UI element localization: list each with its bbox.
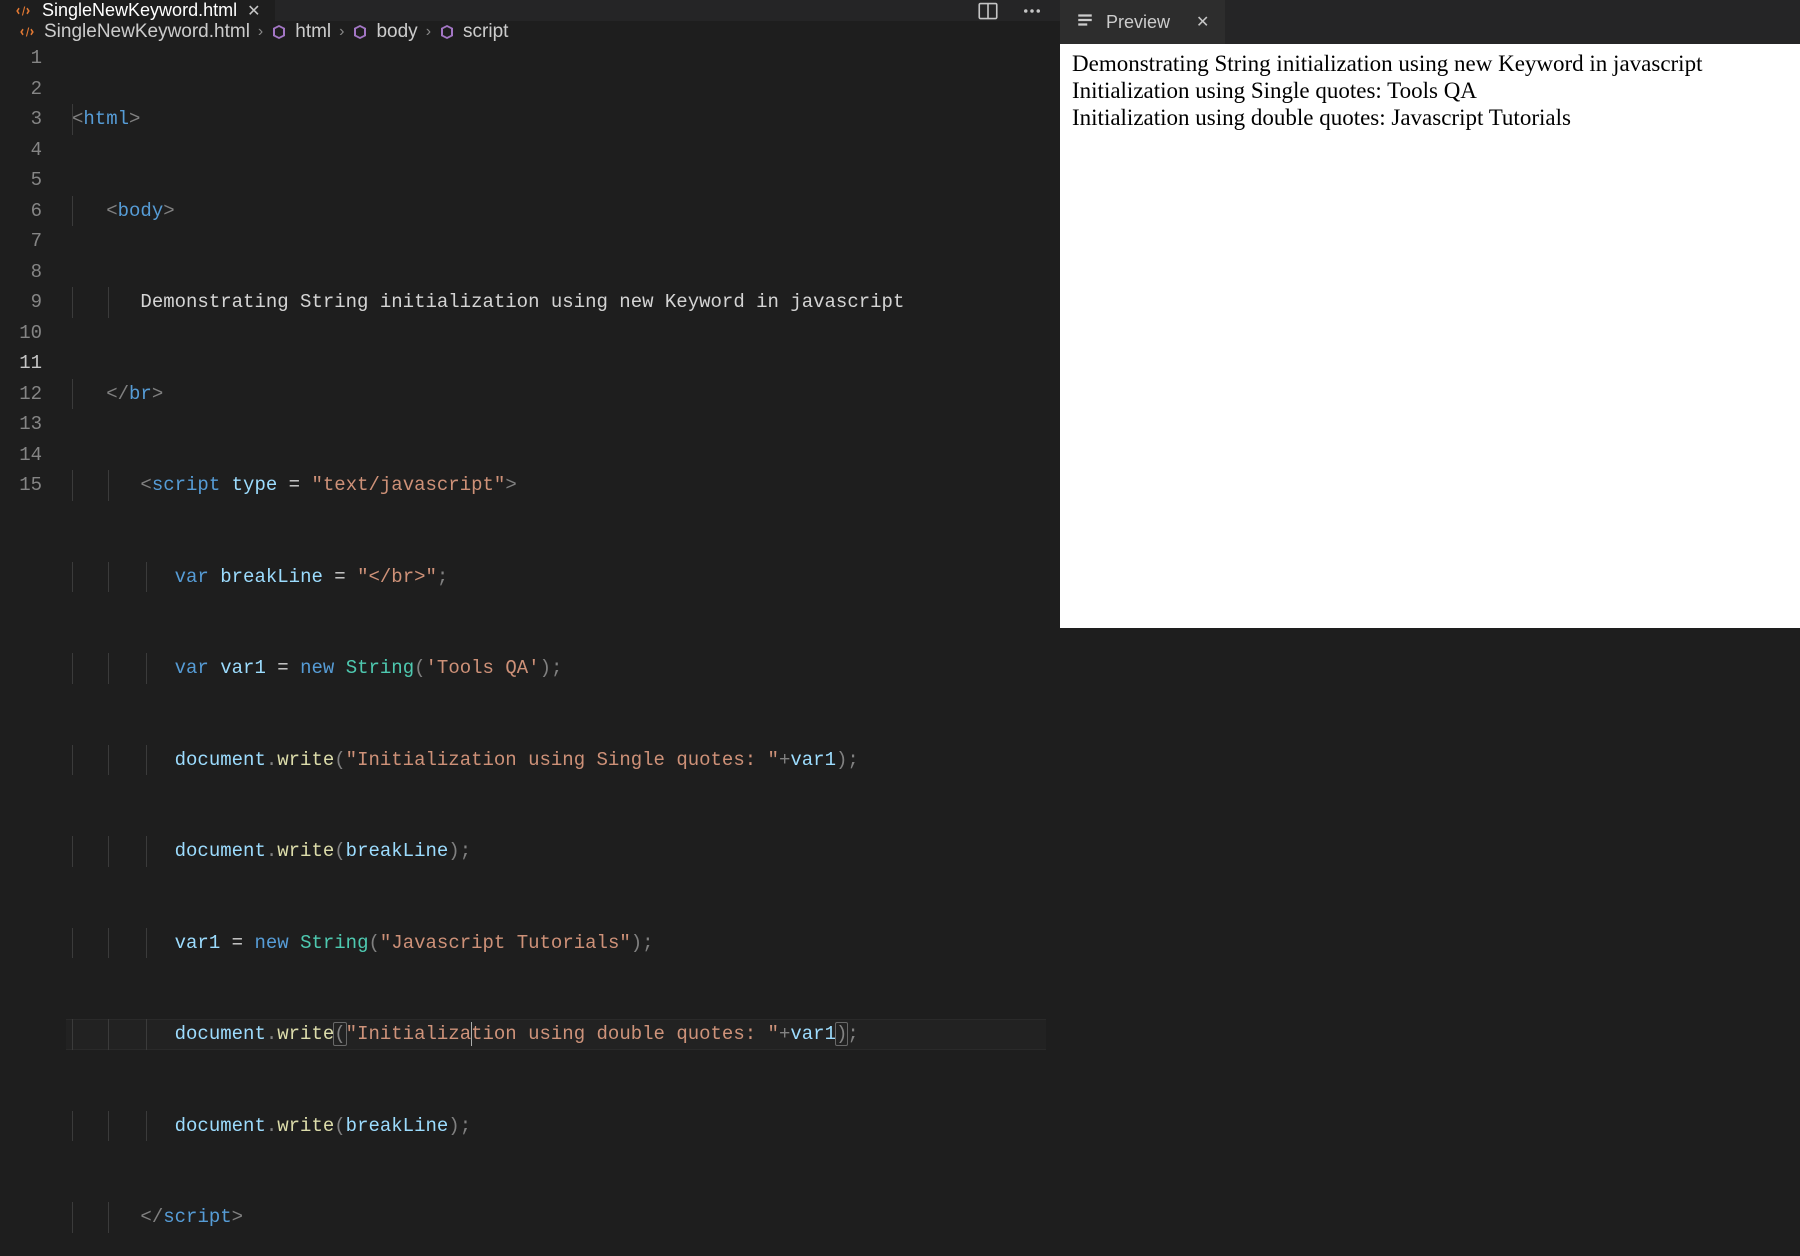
html-file-icon: [14, 2, 32, 20]
preview-content: Demonstrating String initialization usin…: [1060, 44, 1800, 628]
vertical-scrollbar[interactable]: [1046, 43, 1060, 1256]
chevron-right-icon: ›: [258, 23, 263, 41]
html-file-icon: [18, 23, 36, 41]
preview-tabbar: Preview ✕: [1060, 0, 1800, 44]
editor-body[interactable]: 1 2 3 4 5 6 7 8 9 10 11 12 13 14 15 <htm…: [0, 43, 1060, 1256]
preview-icon: [1076, 11, 1094, 34]
close-icon[interactable]: ✕: [1196, 12, 1209, 32]
editor-actions: [960, 0, 1060, 21]
preview-line: Initialization using Single quotes: Tool…: [1072, 77, 1788, 104]
symbol-icon: [352, 24, 368, 40]
preview-tab[interactable]: Preview ✕: [1060, 0, 1225, 44]
tab-file[interactable]: SingleNewKeyword.html ✕: [0, 0, 275, 21]
close-icon[interactable]: ✕: [247, 1, 260, 21]
symbol-icon: [439, 24, 455, 40]
chevron-right-icon: ›: [426, 23, 431, 41]
symbol-icon: [271, 24, 287, 40]
code-area[interactable]: <html> <body> Demonstrating String initi…: [66, 43, 1046, 1256]
tab-bar: SingleNewKeyword.html ✕: [0, 0, 1060, 21]
breadcrumb-body[interactable]: body: [376, 21, 417, 43]
preview-line: Initialization using double quotes: Java…: [1072, 104, 1788, 131]
chevron-right-icon: ›: [339, 23, 344, 41]
tab-filename: SingleNewKeyword.html: [42, 0, 237, 21]
editor-pane: SingleNewKeyword.html ✕ SingleNewKeyword…: [0, 0, 1060, 628]
preview-pane: Preview ✕ Demonstrating String initializ…: [1060, 0, 1800, 628]
preview-line: Demonstrating String initialization usin…: [1072, 50, 1788, 77]
breadcrumb-file[interactable]: SingleNewKeyword.html: [44, 21, 250, 43]
preview-tab-label: Preview: [1106, 12, 1170, 33]
more-actions-icon[interactable]: [1022, 1, 1042, 21]
breadcrumb-script[interactable]: script: [463, 21, 508, 43]
line-gutter: 1 2 3 4 5 6 7 8 9 10 11 12 13 14 15: [0, 43, 66, 1256]
split-editor-icon[interactable]: [978, 1, 998, 21]
breadcrumb-html[interactable]: html: [295, 21, 331, 43]
breadcrumbs[interactable]: SingleNewKeyword.html › html › body › sc…: [0, 21, 1060, 43]
